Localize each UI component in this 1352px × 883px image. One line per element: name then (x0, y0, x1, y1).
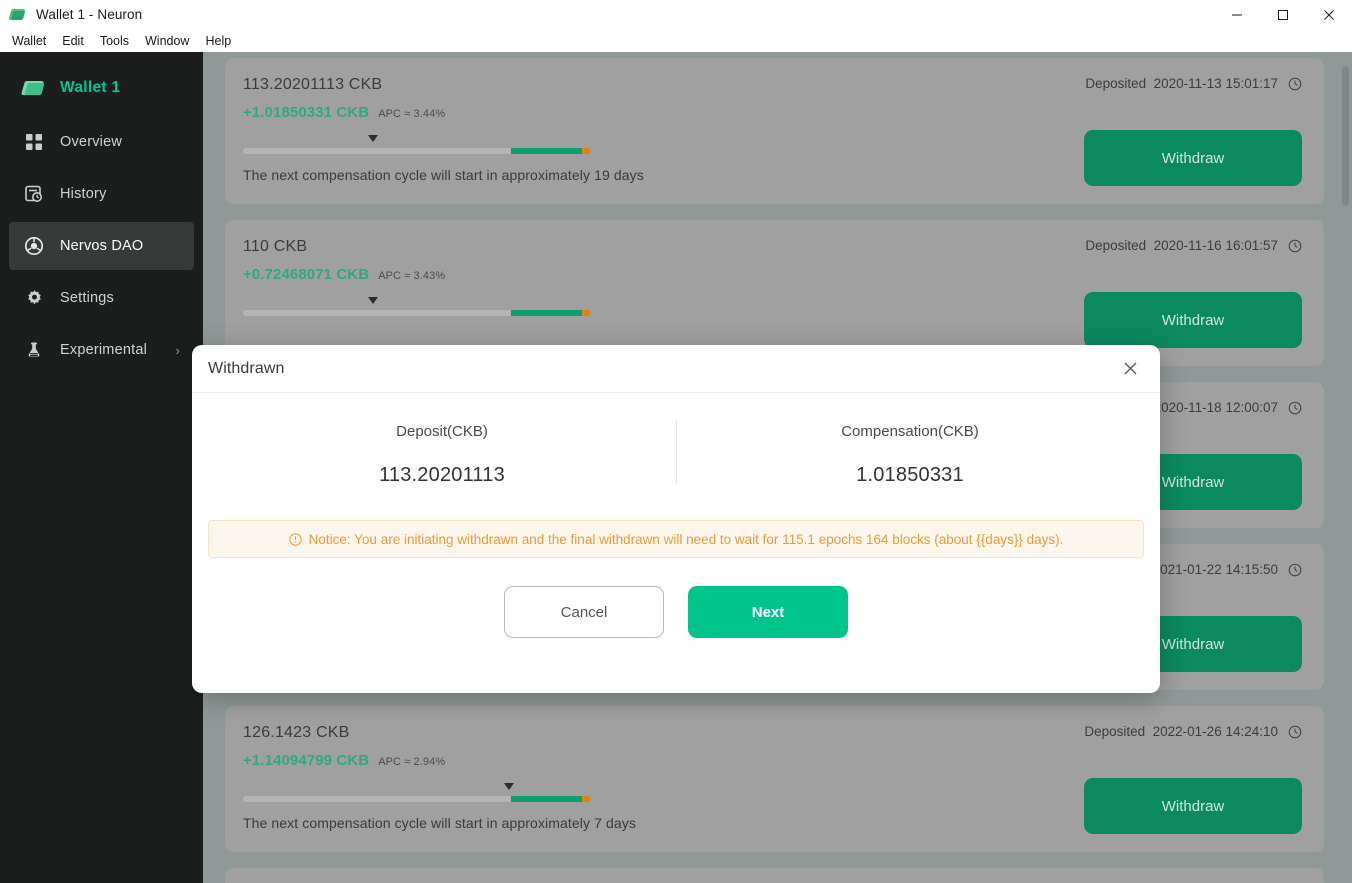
progress-marker-icon (368, 297, 379, 304)
withdraw-button[interactable]: Withdraw (1084, 130, 1302, 186)
menu-item-window[interactable]: Window (137, 30, 197, 52)
progress-fill (510, 310, 585, 316)
deposit-column: Deposit(CKB) 113.20201113 (208, 423, 676, 487)
deposited-info: Deposited 2020-11-16 16:01:57 (1085, 238, 1302, 253)
withdraw-button[interactable]: Withdraw (1084, 778, 1302, 834)
sidebar-wallet-name: Wallet 1 (60, 79, 121, 96)
deposited-date: 2021-01-22 14:15:50 (1152, 562, 1278, 577)
dialog-header: Withdrawn (192, 345, 1160, 393)
menu-item-edit[interactable]: Edit (54, 30, 92, 52)
dao-record-card[interactable]: 113.20201113 CKB +1.01850331 CKB APC ≈ 3… (225, 58, 1324, 204)
progress-fill (510, 148, 585, 154)
dialog-title: Withdrawn (208, 359, 285, 377)
menu-item-tools[interactable]: Tools (92, 30, 137, 52)
clock-icon (1288, 401, 1302, 415)
gear-icon (22, 286, 46, 310)
deposited-label: Deposited (1085, 76, 1147, 91)
window-controls (1214, 0, 1352, 30)
clock-icon (1288, 239, 1302, 253)
withdrawn-dialog: Withdrawn Deposit(CKB) 113.20201113 Comp… (192, 345, 1160, 693)
deposited-info: Deposited 2022-01-26 14:24:10 (1084, 724, 1302, 739)
info-circle-icon (288, 532, 302, 546)
app-logo-icon (8, 6, 27, 24)
deposited-date: 2022-01-26 14:24:10 (1152, 724, 1278, 739)
next-button[interactable]: Next (688, 586, 848, 638)
progress-tip (581, 310, 591, 316)
deposited-date: 2020-11-16 16:01:57 (1153, 238, 1278, 253)
minimize-icon[interactable] (1214, 0, 1260, 30)
deposit-label: Deposit(CKB) (396, 423, 488, 440)
progress-track (243, 796, 591, 802)
progress-marker-icon (504, 783, 514, 790)
compensation-progress (243, 135, 591, 157)
maximize-icon[interactable] (1260, 0, 1306, 30)
sidebar-item-label: History (60, 186, 107, 202)
sidebar-item-label: Overview (60, 134, 123, 150)
flask-icon (22, 338, 46, 362)
compensation-amount: +1.01850331 CKB (243, 104, 370, 121)
menu-bar: Wallet Edit Tools Window Help (0, 30, 1352, 52)
progress-tip (581, 148, 591, 154)
dao-record-card[interactable] (225, 868, 1324, 883)
window-title: Wallet 1 - Neuron (36, 7, 143, 22)
menu-item-help[interactable]: Help (197, 30, 239, 52)
wallet-icon (20, 76, 46, 100)
sidebar: Wallet 1 Overview History Nervos DAO Set… (0, 52, 203, 883)
app-body: Wallet 1 Overview History Nervos DAO Set… (0, 52, 1352, 883)
dao-record-card[interactable]: 126.1423 CKB +1.14094799 CKB APC ≈ 2.94%… (225, 706, 1324, 852)
compensation-value: 1.01850331 (856, 464, 964, 486)
clock-icon (1288, 725, 1302, 739)
sidebar-item-history[interactable]: History (9, 170, 194, 218)
progress-track (243, 310, 591, 316)
apc-value: APC ≈ 3.43% (378, 270, 446, 282)
close-icon[interactable] (1114, 353, 1146, 385)
clock-icon (1288, 563, 1302, 577)
cancel-button[interactable]: Cancel (504, 586, 664, 638)
progress-fill (510, 796, 585, 802)
clock-icon (1288, 77, 1302, 91)
sidebar-item-settings[interactable]: Settings (9, 274, 194, 322)
sidebar-item-experimental[interactable]: Experimental › (9, 326, 194, 374)
dialog-actions: Cancel Next (208, 586, 1144, 638)
sidebar-wallet-header[interactable]: Wallet 1 (0, 62, 203, 114)
deposited-date: 2020-11-18 12:00:07 (1153, 400, 1278, 415)
apc-value: APC ≈ 3.44% (378, 108, 446, 120)
sidebar-item-label: Settings (60, 290, 114, 306)
history-icon (22, 182, 46, 206)
scrollbar-thumb[interactable] (1342, 66, 1349, 206)
compensation-amount: +0.72468071 CKB (243, 266, 370, 283)
progress-marker-icon (368, 135, 379, 142)
compensation-progress (243, 783, 591, 805)
chevron-right-icon: › (175, 342, 180, 358)
deposit-value: 113.20201113 (379, 464, 505, 486)
close-icon[interactable] (1306, 0, 1352, 30)
deposited-label: Deposited (1085, 238, 1147, 253)
progress-tip (581, 796, 591, 802)
vertical-scrollbar[interactable] (1338, 52, 1352, 883)
menu-item-wallet[interactable]: Wallet (4, 30, 54, 52)
deposited-label: Deposited (1084, 724, 1146, 739)
title-bar: Wallet 1 - Neuron (0, 0, 1352, 30)
apc-value: APC ≈ 2.94% (378, 756, 446, 768)
dao-icon (22, 234, 46, 258)
deposited-info: Deposited 2020-11-13 15:01:17 (1085, 76, 1302, 91)
compensation-column: Compensation(CKB) 1.01850331 (676, 421, 1144, 487)
compensation-label: Compensation(CKB) (841, 423, 979, 440)
sidebar-item-label: Experimental (60, 342, 148, 358)
deposited-date: 2020-11-13 15:01:17 (1153, 76, 1278, 91)
sidebar-item-overview[interactable]: Overview (9, 118, 194, 166)
amount-summary: Deposit(CKB) 113.20201113 Compensation(C… (208, 421, 1144, 487)
compensation-progress (243, 297, 591, 319)
grid-icon (22, 130, 46, 154)
sidebar-item-nervos-dao[interactable]: Nervos DAO (9, 222, 194, 270)
sidebar-item-label: Nervos DAO (60, 238, 144, 254)
notice-banner: Notice: You are initiating withdrawn and… (208, 520, 1144, 558)
dialog-body: Deposit(CKB) 113.20201113 Compensation(C… (192, 393, 1160, 638)
notice-text: Notice: You are initiating withdrawn and… (308, 531, 1064, 547)
withdraw-button[interactable]: Withdraw (1084, 292, 1302, 348)
compensation-amount: +1.14094799 CKB (243, 752, 370, 769)
progress-track (243, 148, 591, 154)
